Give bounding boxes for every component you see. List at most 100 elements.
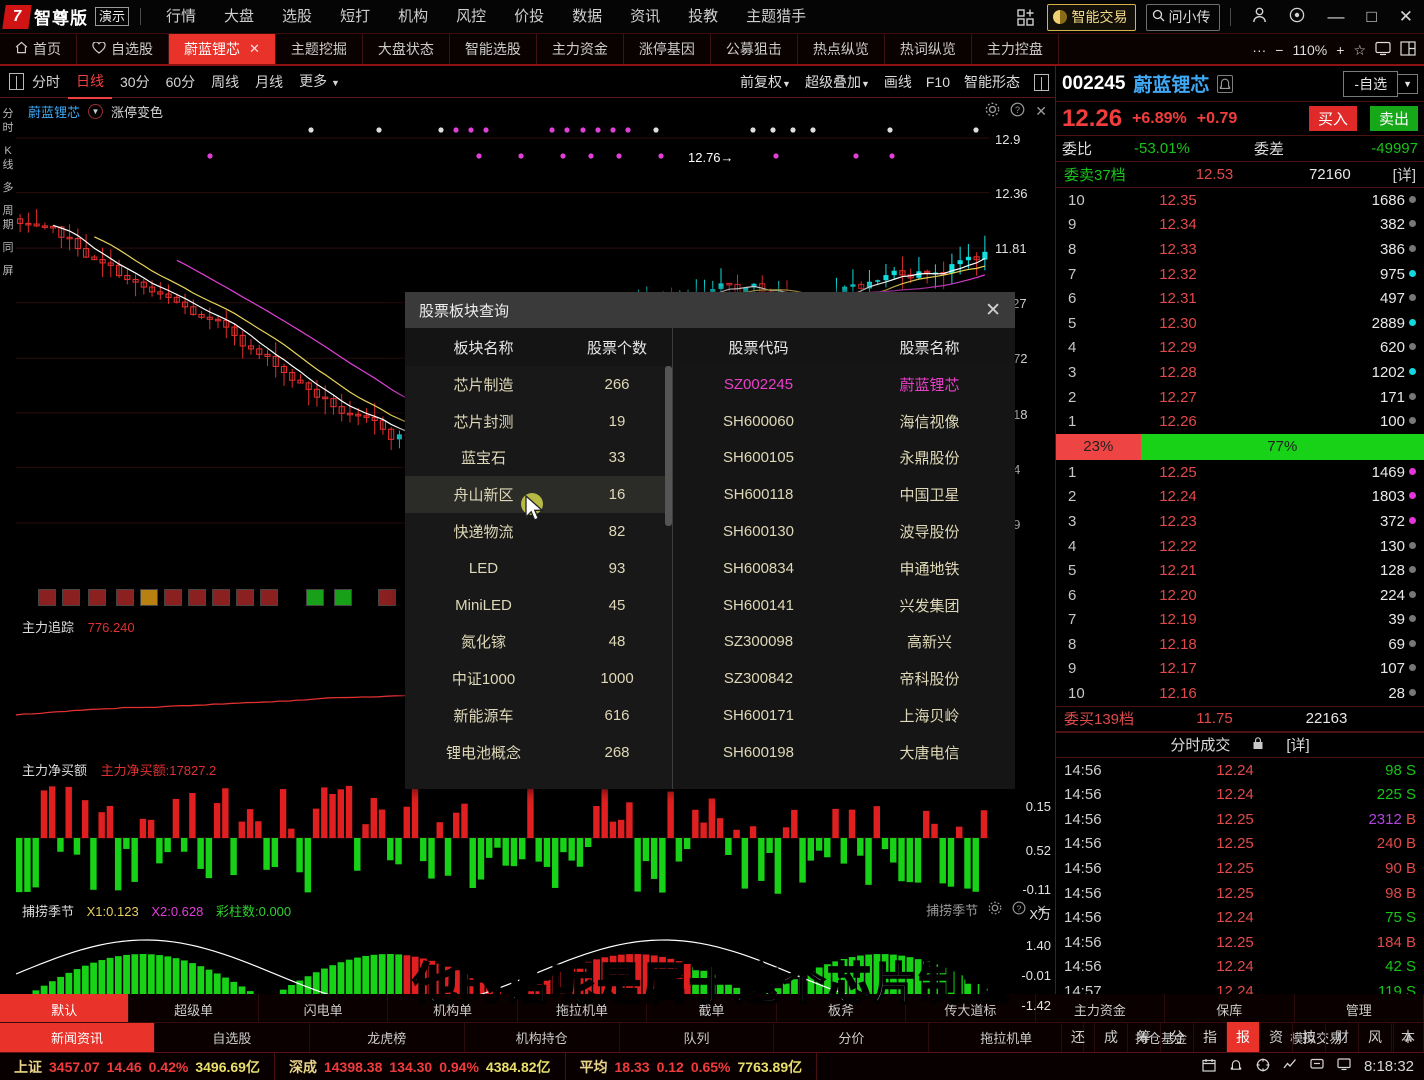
period-daily[interactable]: 日线 xyxy=(68,65,112,99)
tab-smart-pick[interactable]: 智能选股 xyxy=(450,34,537,64)
tab-weilan-lixin[interactable]: 蔚蓝锂芯 ✕ xyxy=(169,34,276,64)
monitor-icon[interactable] xyxy=(1375,41,1391,59)
period-30min[interactable]: 30分 xyxy=(112,66,158,98)
function-tab-板斧[interactable]: 板斧 xyxy=(777,994,907,1024)
bid-row[interactable]: 3 12.23 372 xyxy=(1056,509,1424,534)
tab-hotspot[interactable]: 热点纵览 xyxy=(798,34,885,64)
tab-public-fund[interactable]: 公募狙击 xyxy=(711,34,798,64)
chevron-down-icon[interactable]: ▼ xyxy=(1398,73,1418,94)
sector-row[interactable]: 氮化镓 48 xyxy=(405,624,672,661)
gear-icon[interactable] xyxy=(985,102,1000,120)
stock-row[interactable]: SH600198 大唐电信 xyxy=(673,734,1015,771)
close-icon[interactable]: ✕ xyxy=(1035,103,1047,120)
ask-row[interactable]: 2 12.27 171 xyxy=(1056,385,1424,410)
bottom-tab-分价[interactable]: 分价 xyxy=(774,1023,930,1052)
f10-button[interactable]: F10 xyxy=(926,74,950,90)
close-button[interactable]: ✕ xyxy=(1388,7,1424,27)
target-icon[interactable] xyxy=(1256,1058,1270,1076)
tab-home[interactable]: 首页 xyxy=(0,34,77,64)
tab-main-funds[interactable]: 主力资金 xyxy=(537,34,624,64)
bottom-tab-自选股[interactable]: 自选股 xyxy=(155,1023,310,1052)
period-more[interactable]: 更多 ▼ xyxy=(291,65,348,99)
help-icon[interactable]: ? xyxy=(1010,102,1025,120)
rail-item-3[interactable]: 周期 xyxy=(0,204,16,232)
sector-query-dialog[interactable]: 股票板块查询 ✕ 板块名称 股票个数 芯片制造 266 芯片封测 19 蓝宝石 33 舟山新… xyxy=(405,292,1015,789)
dialog-close-icon[interactable]: ✕ xyxy=(985,299,1001,322)
draw-line-button[interactable]: 画线 xyxy=(884,72,912,92)
stock-row[interactable]: SH600130 波导股份 xyxy=(673,513,1015,550)
side-tab-还[interactable]: 还 xyxy=(1061,1022,1094,1052)
stock-row[interactable]: SZ002245 蔚蓝锂芯 xyxy=(673,366,1015,403)
zoom-in-button[interactable]: + xyxy=(1336,42,1344,58)
super-overlay-button[interactable]: 超级叠加▼ xyxy=(805,72,870,92)
stock-row[interactable]: SH600171 上海贝岭 xyxy=(673,697,1015,734)
function-tab-保库[interactable]: 保库 xyxy=(1165,994,1295,1024)
side-tab-风[interactable]: 风 xyxy=(1358,1022,1391,1052)
period-monthly[interactable]: 月线 xyxy=(247,66,291,98)
status-segment-sz[interactable]: 深成 14398.38 134.30 0.94% 4384.82亿 xyxy=(275,1053,566,1080)
chart-icon[interactable] xyxy=(1283,1058,1297,1076)
alert-bell-icon[interactable] xyxy=(1217,74,1234,93)
function-tab-默认[interactable]: 默认 xyxy=(0,994,130,1024)
maximize-button[interactable]: □ xyxy=(1355,7,1387,27)
layout-toggle-left-icon[interactable] xyxy=(9,73,24,90)
menu-item-4[interactable]: 机构 xyxy=(384,0,442,34)
settings-target-icon[interactable] xyxy=(1278,7,1316,28)
ask-row[interactable]: 7 12.32 975 xyxy=(1056,262,1424,287)
layout-split-icon[interactable] xyxy=(1400,41,1416,59)
function-tab-截单[interactable]: 截单 xyxy=(647,994,777,1024)
bottom-tab-机构持仓[interactable]: 机构持仓 xyxy=(465,1023,620,1052)
sector-row[interactable]: 芯片封测 19 xyxy=(405,403,672,440)
rail-item-0[interactable]: 分时 xyxy=(0,107,16,135)
side-tab-分[interactable]: 分 xyxy=(1160,1022,1193,1052)
rail-item-2[interactable]: 多 xyxy=(0,181,16,195)
bid-row[interactable]: 8 12.18 69 xyxy=(1056,632,1424,657)
stock-row[interactable]: SH600118 中国卫星 xyxy=(673,476,1015,513)
bid-row[interactable]: 9 12.17 107 xyxy=(1056,657,1424,682)
period-60min[interactable]: 60分 xyxy=(158,66,204,98)
bid-row[interactable]: 1 12.25 1469 xyxy=(1056,460,1424,485)
function-tab-机构单[interactable]: 机构单 xyxy=(388,994,518,1024)
rail-item-1[interactable]: K线 xyxy=(0,144,16,172)
bottom-tab-新闻资讯[interactable]: 新闻资讯 xyxy=(0,1023,155,1052)
stock-row[interactable]: SH600834 申通地铁 xyxy=(673,550,1015,587)
side-tab-指[interactable]: 指 xyxy=(1193,1022,1226,1052)
sector-row[interactable]: 蓝宝石 33 xyxy=(405,440,672,477)
rail-item-4[interactable]: 同 xyxy=(0,241,16,255)
tab-theme-mining[interactable]: 主题挖掘 xyxy=(276,34,363,64)
tab-close-icon[interactable]: ✕ xyxy=(249,41,260,57)
tab-main-control[interactable]: 主力控盘 xyxy=(972,34,1059,64)
side-tab-技[interactable]: 技 xyxy=(1292,1022,1325,1052)
side-tab-本[interactable]: 本 xyxy=(1391,1022,1424,1052)
side-tab-资[interactable]: 资 xyxy=(1259,1022,1292,1052)
smart-trade-button[interactable]: 智能交易 xyxy=(1047,3,1137,31)
message-icon[interactable] xyxy=(1310,1058,1324,1075)
gear-icon[interactable] xyxy=(988,901,1002,918)
function-tab-闪电单[interactable]: 闪电单 xyxy=(259,994,389,1024)
stock-row[interactable]: SH600060 海信视像 xyxy=(673,403,1015,440)
status-segment-sh[interactable]: 上证 3457.07 14.46 0.42% 3496.69亿 xyxy=(0,1053,275,1080)
sector-scrollbar[interactable] xyxy=(665,366,672,526)
smart-pattern-button[interactable]: 智能形态 xyxy=(964,72,1020,92)
status-segment-avg[interactable]: 平均 18.33 0.12 0.65% 7763.89亿 xyxy=(566,1053,818,1080)
lock-icon[interactable] xyxy=(1252,736,1264,754)
chevron-down-icon[interactable]: ▼ xyxy=(88,103,104,119)
monitor-icon[interactable] xyxy=(1337,1058,1351,1075)
sector-row[interactable]: 中证1000 1000 xyxy=(405,660,672,697)
menu-item-1[interactable]: 大盘 xyxy=(210,0,268,34)
tab-market-status[interactable]: 大盘状态 xyxy=(363,34,450,64)
sector-row[interactable]: LED 93 xyxy=(405,550,672,587)
ticks-detail-link[interactable]: [详] xyxy=(1286,734,1309,755)
ask-row[interactable]: 3 12.28 1202 xyxy=(1056,360,1424,385)
menu-item-10[interactable]: 主题猎手 xyxy=(732,0,820,34)
stock-row[interactable]: SZ300098 高新兴 xyxy=(673,624,1015,661)
adjust-price-button[interactable]: 前复权▼ xyxy=(740,72,791,92)
function-tab-传大道标[interactable]: 传大道标 xyxy=(906,994,1036,1024)
layout-toggle-right-icon[interactable] xyxy=(1034,73,1049,91)
help-icon[interactable]: ? xyxy=(1012,901,1026,918)
sector-row[interactable]: 芯片制造 266 xyxy=(405,366,672,403)
side-tab-筹[interactable]: 筹 xyxy=(1127,1022,1160,1052)
buy-button[interactable]: 买入 xyxy=(1308,106,1357,131)
sell-button[interactable]: 卖出 xyxy=(1369,106,1418,131)
tab-limit-up-gene[interactable]: 涨停基因 xyxy=(624,34,711,64)
